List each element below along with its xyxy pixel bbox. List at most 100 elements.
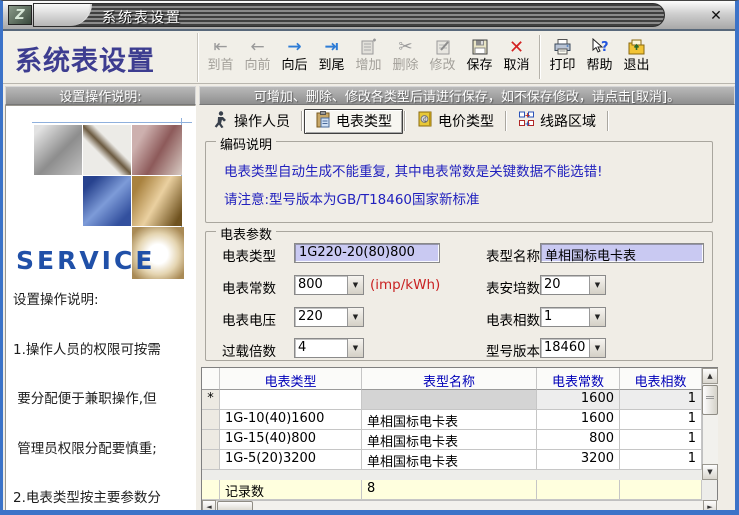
table-row[interactable]: 1G-10(40)1600 单相国标电卡表 1600 1	[202, 410, 702, 430]
svg-text:¢: ¢	[423, 116, 427, 124]
chevron-down-icon[interactable]: ▼	[347, 308, 363, 326]
window-title: 系统表设置	[102, 10, 182, 26]
phase-combo[interactable]: 1 ▼	[540, 307, 606, 327]
tab-line-region[interactable]: + + 线路区域	[508, 109, 606, 134]
add-record-button[interactable]: 增加	[350, 33, 387, 83]
cancel-button[interactable]: ✕ 取消	[498, 33, 535, 83]
main-panel: 操作人员 电表类型 ¢ 电价类型 + + 线路区域 编码说明 电表类型自动生成不…	[199, 105, 735, 510]
go-prev-icon: ←	[250, 36, 265, 57]
help-icon: ?	[590, 36, 610, 58]
h-scrollbar-thumb[interactable]	[217, 501, 253, 510]
v-scrollbar-thumb[interactable]	[702, 385, 718, 415]
table-row-new[interactable]: * 1600 1	[202, 390, 702, 410]
photo-keyboard	[83, 176, 131, 226]
voltage-label: 电表电压	[222, 313, 276, 329]
save-button[interactable]: 保存	[461, 33, 498, 83]
model-name-label: 表型名称	[486, 249, 540, 265]
exit-icon	[627, 36, 646, 58]
coding-note-line1: 电表类型自动生成不能重复, 其中电表常数是关键数据不能选错!	[224, 164, 603, 180]
coding-note-group: 编码说明 电表类型自动生成不能重复, 其中电表常数是关键数据不能选错! 请注意:…	[205, 134, 713, 223]
operator-person-icon	[213, 110, 229, 132]
go-next-button[interactable]: → 向后	[276, 33, 313, 83]
print-button[interactable]: 打印	[544, 33, 581, 83]
ampere-combo[interactable]: 20 ▼	[540, 275, 606, 295]
col-header-phase[interactable]: 电表相数	[620, 368, 702, 390]
meter-constant-label: 电表常数	[222, 281, 276, 297]
meter-params-group: 电表参数 电表类型 1G220-20(80)800 表型名称 单相国标电卡表 电…	[205, 224, 713, 361]
table-row[interactable]: 1G-15(40)800 单相国标电卡表 800 1	[202, 430, 702, 450]
meter-type-field[interactable]: 1G220-20(80)800	[294, 243, 440, 263]
main-hint-bar: 可增加、删除、修改各类型后请进行保存，如不保存修改，请点击[取消]。	[199, 86, 735, 105]
coding-note-line2: 请注意:型号版本为GB/T18460国家新标准	[224, 192, 480, 208]
toolbar-divider	[197, 33, 199, 82]
modify-record-button[interactable]: 修改	[424, 33, 461, 83]
tab-price-type[interactable]: ¢ 电价类型	[407, 109, 504, 134]
go-prev-button[interactable]: ← 向前	[239, 33, 276, 83]
scroll-down-button[interactable]: ▼	[702, 464, 718, 480]
overload-label: 过载倍数	[222, 344, 276, 360]
go-first-icon: ⇤	[213, 36, 228, 57]
tab-divider	[607, 111, 609, 131]
photo-pen	[83, 125, 131, 175]
voltage-combo[interactable]: 220 ▼	[294, 307, 364, 327]
photo-stapler	[34, 125, 82, 175]
instruction-text: 设置操作说明: 1.操作人员的权限可按需 要分配便于兼职操作,但 管理员权限分配…	[13, 292, 161, 506]
help-button[interactable]: ? 帮助	[581, 33, 618, 83]
col-header-type[interactable]: 电表类型	[220, 368, 362, 390]
overload-combo[interactable]: 4 ▼	[294, 338, 364, 358]
meter-type-label: 电表类型	[222, 249, 276, 265]
chevron-down-icon[interactable]: ▼	[347, 339, 363, 357]
exit-button[interactable]: 退出	[618, 33, 655, 83]
record-count-label: 记录数	[220, 480, 362, 500]
titlebar[interactable]: Z 系统表设置 ✕	[3, 1, 735, 31]
meter-type-table: 电表类型 表型名称 电表常数 电表相数 * 1600 1 1G-10(40)16…	[201, 367, 718, 510]
svg-text:+: +	[525, 120, 531, 128]
tab-divider	[301, 111, 303, 131]
tab-meter-type[interactable]: 电表类型	[304, 108, 403, 134]
delete-scissors-icon: ✂	[398, 36, 413, 57]
col-header-name[interactable]: 表型名称	[362, 368, 537, 390]
print-icon	[553, 36, 572, 58]
svg-text:?: ?	[601, 40, 609, 55]
instruction-panel: SERVICE 设置操作说明: 1.操作人员的权限可按需 要分配便于兼职操作,但…	[5, 105, 196, 510]
chevron-down-icon[interactable]: ▼	[589, 276, 605, 294]
photo-watchband	[132, 176, 182, 226]
meter-type-clipboard-icon	[315, 110, 331, 132]
go-last-icon: ⇥	[324, 36, 339, 57]
add-record-icon	[360, 36, 378, 58]
photo-tools	[132, 125, 182, 175]
table-row[interactable]: 1G-5(20)3200 单相国标电卡表 3200 1	[202, 450, 702, 470]
save-floppy-icon	[471, 36, 489, 58]
ampere-label: 表安培数	[486, 281, 540, 297]
scroll-left-button[interactable]: ◄	[202, 500, 216, 510]
chevron-down-icon[interactable]: ▼	[347, 276, 363, 294]
model-name-field[interactable]: 单相国标电卡表	[540, 243, 704, 263]
toolbar-separator	[535, 33, 544, 83]
chevron-down-icon[interactable]: ▼	[589, 339, 605, 357]
tab-bar: 操作人员 电表类型 ¢ 电价类型 + + 线路区域	[203, 108, 610, 134]
collage-crosshair-hline	[32, 122, 192, 123]
phase-label: 电表相数	[486, 313, 540, 329]
table-footer-row: 记录数 8	[202, 480, 702, 500]
go-next-icon: →	[287, 36, 302, 57]
price-type-book-icon: ¢	[417, 110, 433, 132]
model-version-label: 型号版本	[486, 344, 540, 360]
svg-text:+: +	[525, 111, 531, 119]
meter-params-title: 电表参数	[216, 224, 277, 243]
h-scrollbar-track[interactable]	[202, 500, 718, 510]
tab-divider	[404, 111, 406, 131]
model-version-combo[interactable]: 18460 ▼	[540, 338, 606, 358]
chevron-down-icon[interactable]: ▼	[589, 308, 605, 326]
go-first-button[interactable]: ⇤ 到首	[202, 33, 239, 83]
scroll-right-button[interactable]: ►	[703, 500, 717, 510]
tab-divider	[505, 111, 507, 131]
scroll-up-button[interactable]: ▲	[702, 368, 718, 384]
meter-constant-combo[interactable]: 800 ▼	[294, 275, 364, 295]
close-button[interactable]: ✕	[707, 7, 725, 25]
col-header-constant[interactable]: 电表常数	[537, 368, 620, 390]
tab-operators[interactable]: 操作人员	[203, 109, 300, 134]
delete-record-button[interactable]: ✂ 删除	[387, 33, 424, 83]
page-title: 系统表设置	[15, 46, 155, 77]
go-last-button[interactable]: ⇥ 到尾	[313, 33, 350, 83]
app-window: Z 系统表设置 ✕ 系统表设置 ⇤ 到首 ← 向前 → 向后 ⇥ 到尾 增加 ✂…	[0, 0, 739, 515]
